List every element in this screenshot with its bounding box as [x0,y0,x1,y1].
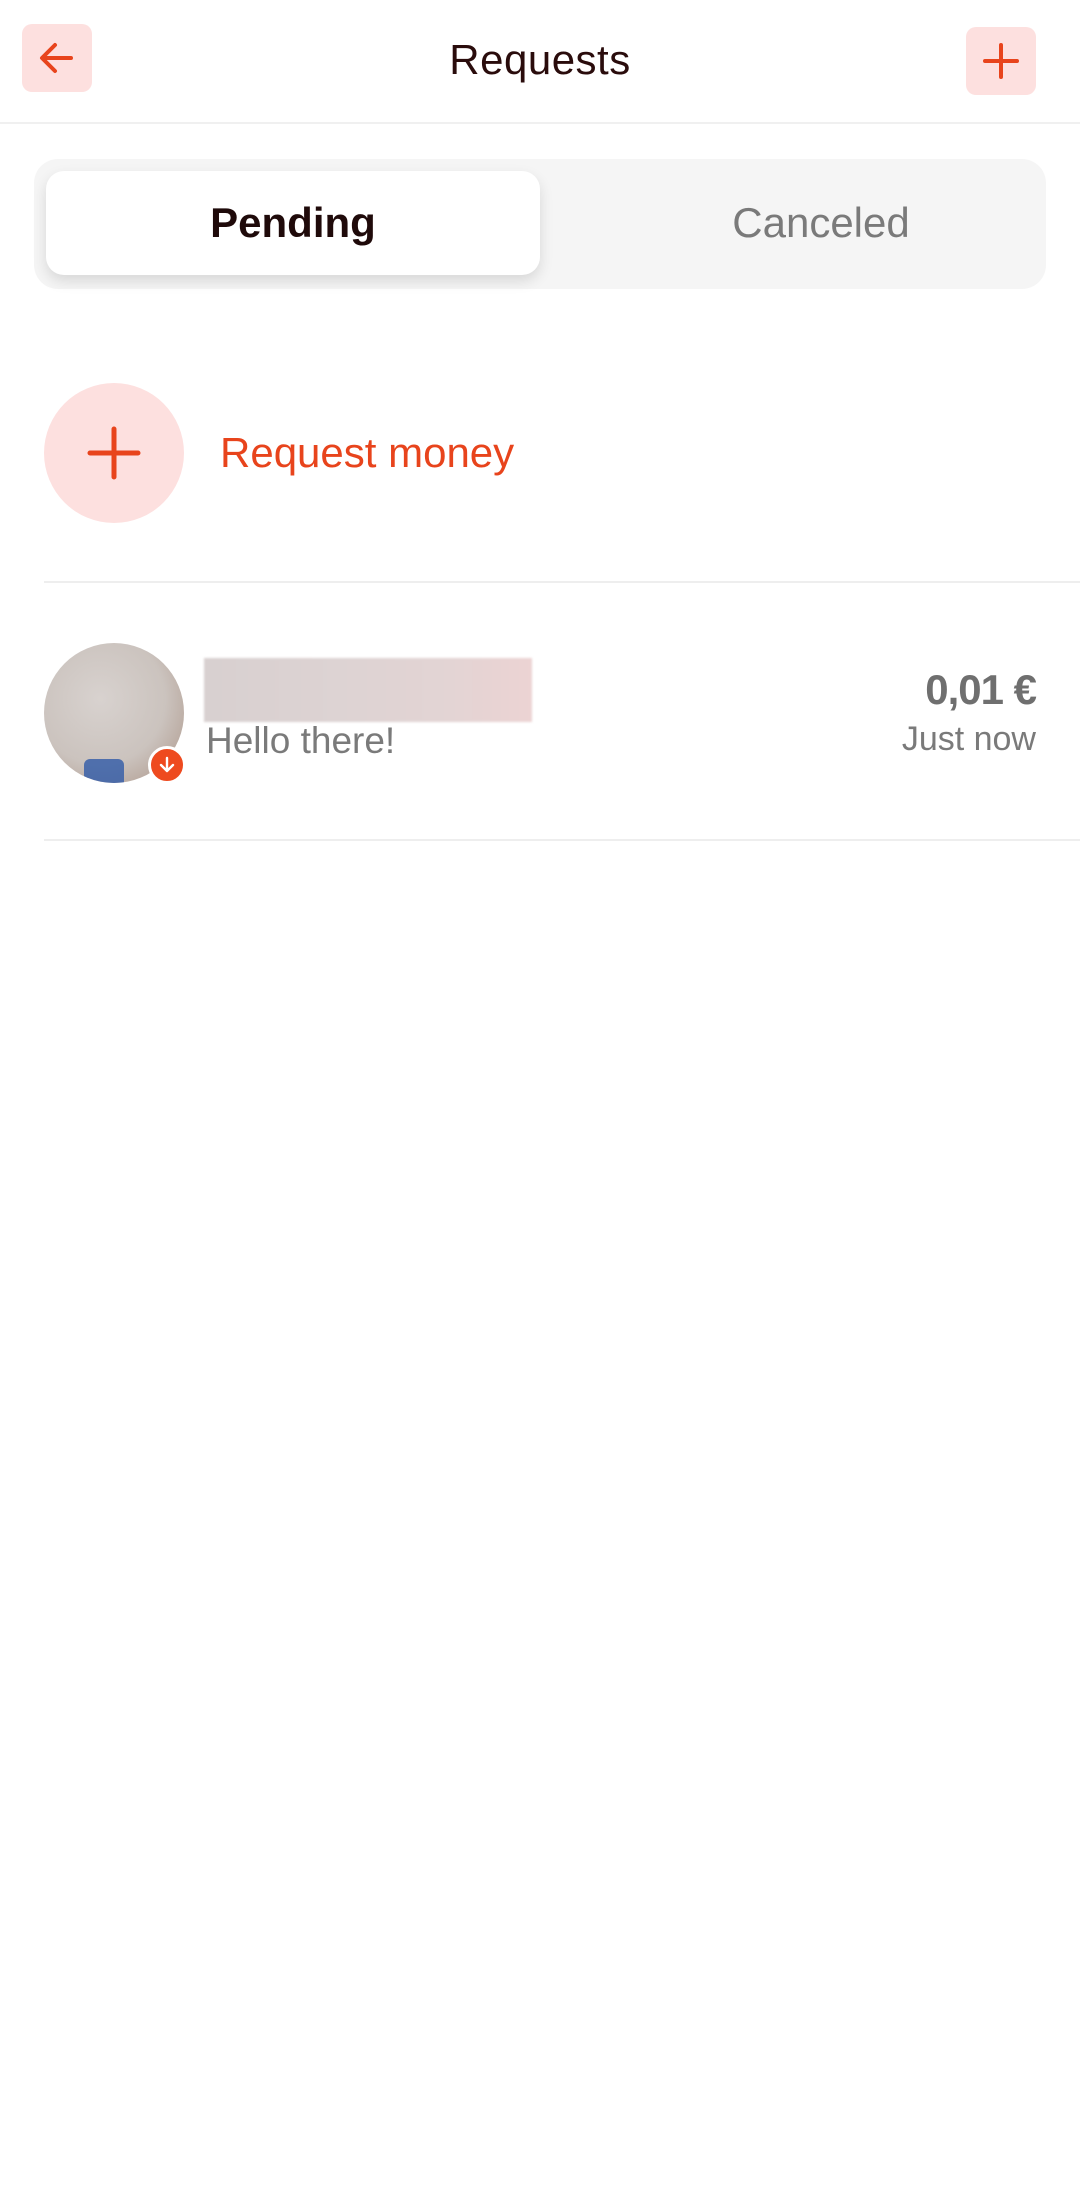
incoming-badge [148,746,186,784]
divider [44,839,1080,841]
tab-canceled[interactable]: Canceled [574,171,1068,275]
status-segmented-control: Pending Canceled [34,159,1046,289]
plus-icon [983,43,1019,79]
divider [44,581,1080,583]
plus-icon [87,426,141,480]
request-list-item[interactable]: Hello there! 0,01 € Just now [44,640,1037,786]
request-money-icon-circle [44,383,184,523]
request-amount: 0,01 € [925,666,1037,713]
top-bar: Requests [0,0,1080,124]
page-title: Requests [449,36,631,83]
add-request-button[interactable] [966,27,1036,95]
tab-pending[interactable]: Pending [46,171,540,275]
request-time: Just now [901,720,1036,758]
request-message: Hello there! [206,720,396,761]
request-money-label: Request money [220,429,515,476]
contact-name-redacted [204,658,532,722]
request-money-button[interactable]: Request money [44,383,1080,523]
arrow-down-icon [159,756,175,773]
